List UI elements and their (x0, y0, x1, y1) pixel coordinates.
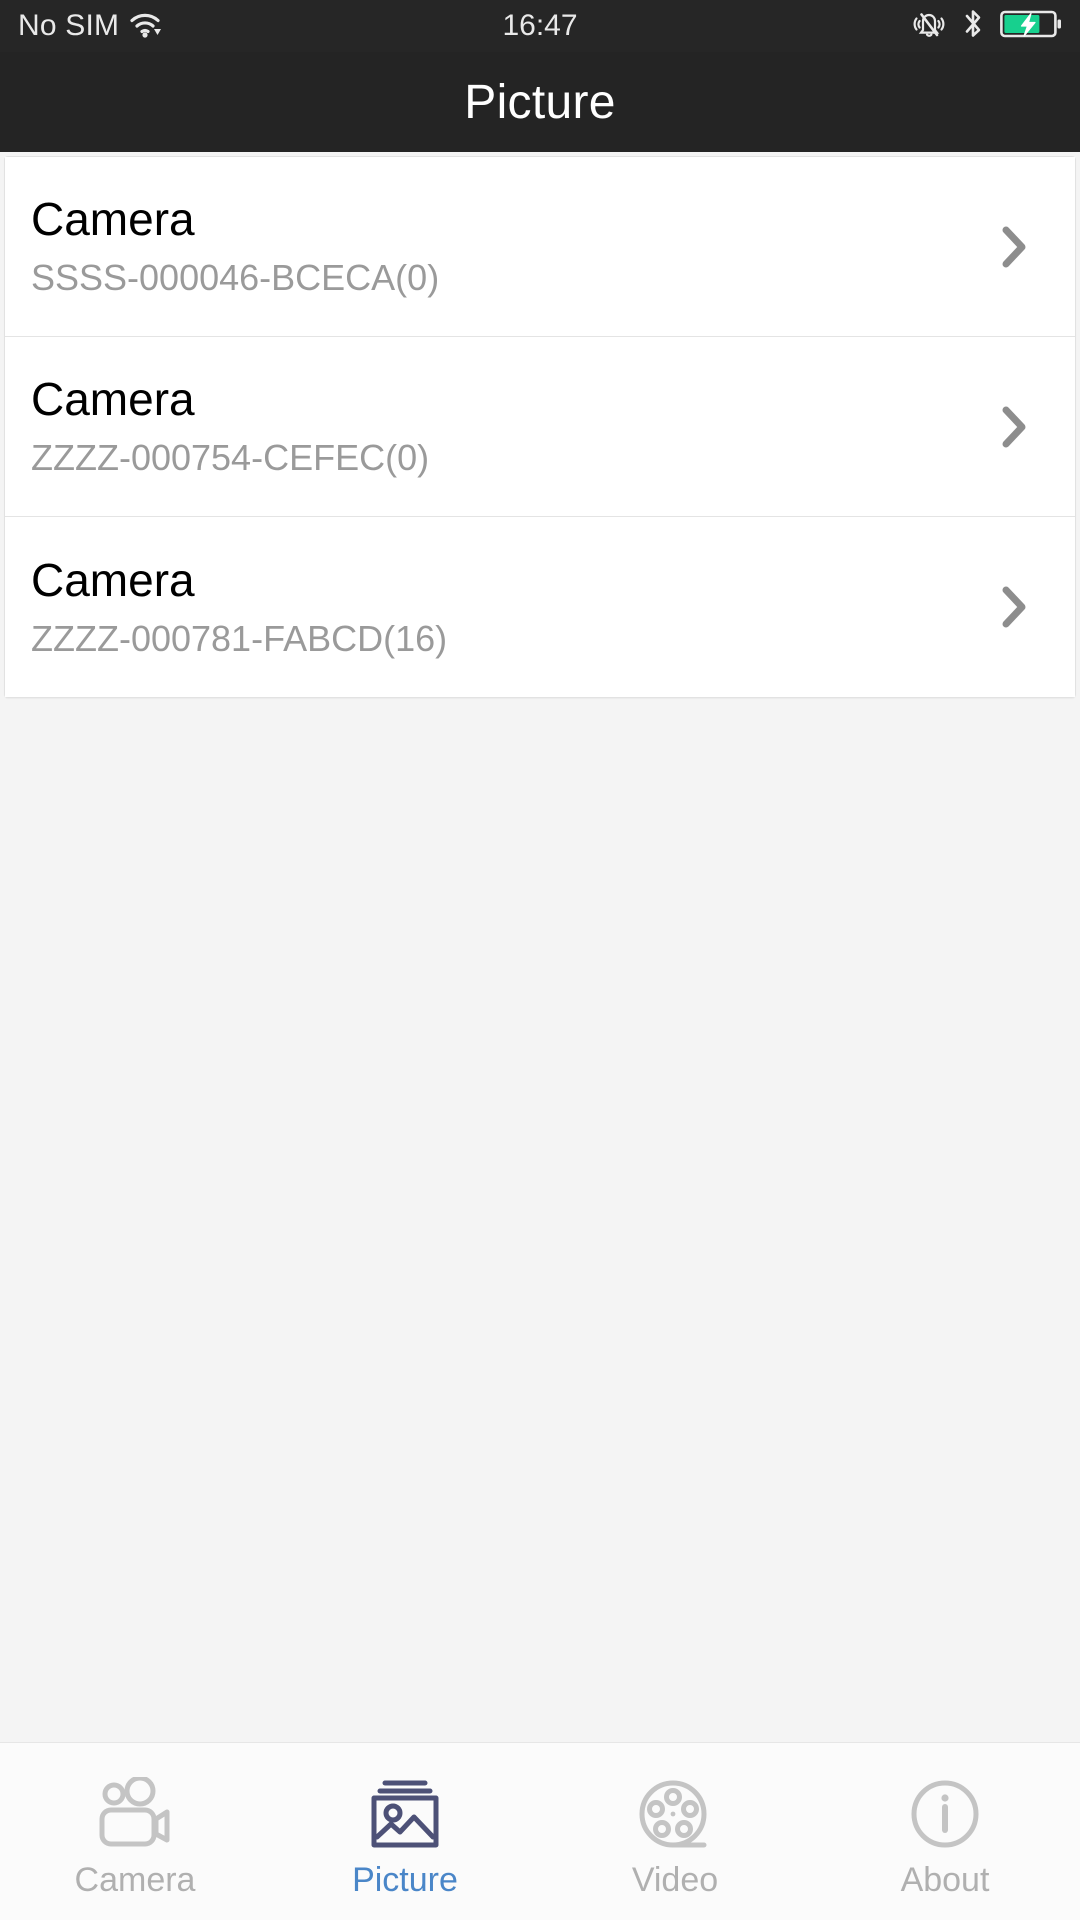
tab-picture[interactable]: Picture (270, 1743, 540, 1920)
list-item-subtitle: ZZZZ-000754-CEFEC(0) (31, 437, 430, 479)
chevron-right-icon[interactable] (991, 224, 1037, 270)
camera-list: Camera SSSS-000046-BCECA(0) Camera ZZZZ-… (4, 156, 1076, 698)
battery-charging-icon (1000, 8, 1062, 45)
app-screen: No SIM 16:47 Picture Camera SSSS-000046-… (0, 0, 1080, 1920)
list-item-subtitle: ZZZZ-000781-FABCD(16) (31, 617, 448, 659)
list-item[interactable]: Camera SSSS-000046-BCECA(0) (5, 157, 1075, 337)
list-item-text: Camera ZZZZ-000754-CEFEC(0) (31, 373, 991, 479)
list-item-text: Camera SSSS-000046-BCECA(0) (31, 193, 991, 299)
status-bar-left: No SIM (18, 9, 165, 44)
tab-label-video: Video (631, 1860, 719, 1899)
bell-silent-icon (912, 8, 946, 45)
bluetooth-icon (960, 7, 986, 46)
list-item-title: Camera (31, 193, 195, 246)
content-area: Camera SSSS-000046-BCECA(0) Camera ZZZZ-… (0, 152, 1080, 1742)
wifi-icon (129, 9, 165, 44)
tab-camera[interactable]: Camera (0, 1743, 270, 1920)
photo-gallery-icon (359, 1773, 451, 1857)
page-title: Picture (464, 75, 616, 129)
video-camera-icon (89, 1773, 181, 1857)
tab-about[interactable]: About (810, 1743, 1080, 1920)
carrier-label: No SIM (18, 9, 120, 42)
status-bar: No SIM 16:47 (0, 0, 1080, 52)
tab-label-camera: Camera (74, 1860, 196, 1899)
info-circle-icon (899, 1773, 991, 1857)
film-reel-icon (629, 1773, 721, 1857)
list-item-title: Camera (31, 373, 195, 426)
tab-label-about: About (900, 1860, 990, 1899)
chevron-right-icon[interactable] (991, 404, 1037, 450)
title-bar: Picture (0, 52, 1080, 152)
tab-label-picture: Picture (352, 1860, 458, 1899)
tab-video[interactable]: Video (540, 1743, 810, 1920)
bottom-tab-bar: Camera Picture Video About (0, 1742, 1080, 1920)
list-item[interactable]: Camera ZZZZ-000754-CEFEC(0) (5, 337, 1075, 517)
list-item-text: Camera ZZZZ-000781-FABCD(16) (31, 554, 991, 660)
list-item[interactable]: Camera ZZZZ-000781-FABCD(16) (5, 517, 1075, 697)
status-bar-right (912, 7, 1062, 46)
chevron-right-icon[interactable] (991, 584, 1037, 630)
list-item-title: Camera (31, 553, 195, 606)
list-item-subtitle: SSSS-000046-BCECA(0) (31, 257, 440, 299)
